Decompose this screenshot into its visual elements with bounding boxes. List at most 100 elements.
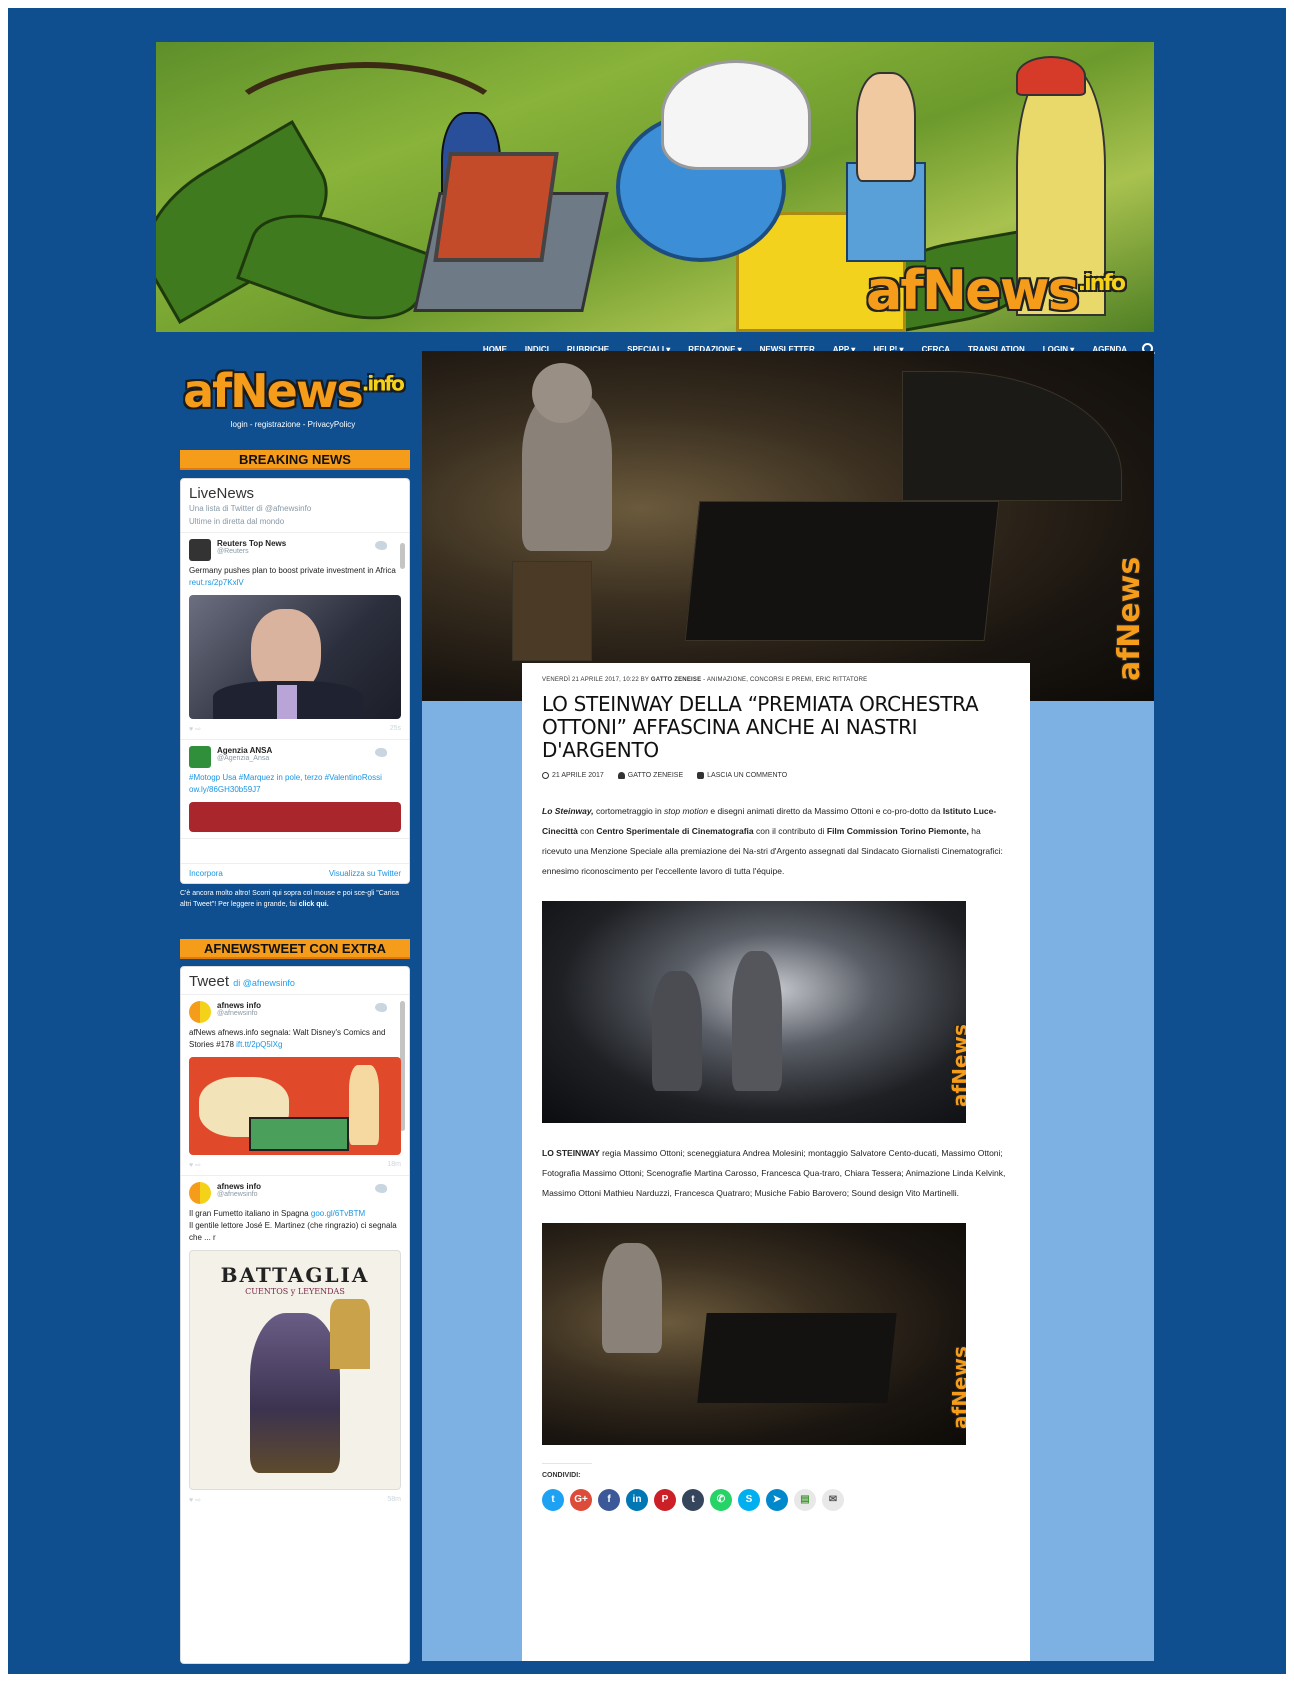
facebook-share-icon[interactable]: f — [598, 1489, 620, 1511]
view-on-twitter-link[interactable]: Visualizza su Twitter — [329, 869, 401, 878]
tweet-author[interactable]: afnews info @afnewsinfo — [189, 1001, 401, 1023]
body-org: Film Commission Torino Piemonte, — [826, 826, 969, 836]
afnews-avatar — [189, 1001, 211, 1023]
header-banner[interactable]: afNews.info — [156, 42, 1154, 332]
pinterest-share-icon[interactable]: P — [654, 1489, 676, 1511]
castle-illustration — [330, 1299, 370, 1369]
article-body: Lo Steinway, cortometraggio in stop moti… — [542, 801, 1010, 881]
email-share-icon[interactable]: ✉ — [822, 1489, 844, 1511]
tweet-photo[interactable]: BATTAGLIA CUENTOS y LEYENDAS — [189, 1250, 401, 1490]
body-text: cortometraggio in — [593, 806, 665, 816]
tweet-item[interactable]: Reuters Top News @Reuters Germany pushes… — [181, 533, 409, 740]
tweet-link[interactable]: goo.gl/6TvBTM — [311, 1209, 365, 1218]
piano-lid — [902, 371, 1122, 501]
tweet-actions: ♥ ⇨ 18m — [189, 1161, 401, 1169]
tweet-author-handle[interactable]: @afnewsinfo — [217, 1191, 261, 1198]
tweet-author[interactable]: afnews info @afnewsinfo — [189, 1182, 401, 1204]
sidebar-logo-mark: afNews.info — [178, 364, 408, 418]
post-author-text: GATTO ZENEISE — [627, 772, 684, 779]
tweet-text: #Motogp Usa #Marquez in pole, terzo #Val… — [189, 772, 401, 796]
share-label: CONDIVIDI: — [542, 1463, 592, 1479]
livenews-timeline[interactable]: LiveNews Una lista di Twitter di @afnews… — [180, 478, 410, 884]
tweet-time[interactable]: 58m — [387, 1496, 401, 1504]
twitter-share-icon[interactable]: t — [542, 1489, 564, 1511]
tweet-author-name[interactable]: afnews info — [217, 1001, 261, 1010]
afnews-tweet-timeline[interactable]: Tweet di @afnewsinfo afnews info @afnews… — [180, 966, 410, 1664]
heart-icon[interactable]: ♥ ⇨ — [189, 725, 201, 733]
tumblr-share-icon[interactable]: t — [682, 1489, 704, 1511]
article-image-trench[interactable]: afNews — [542, 901, 966, 1123]
book-title: BATTAGLIA — [220, 1263, 370, 1287]
twitter-bird-icon — [375, 1184, 387, 1193]
post-comment[interactable]: LASCIA UN COMMENTO — [697, 772, 787, 779]
timeline-header: Tweet di @afnewsinfo — [181, 967, 409, 995]
article-meta: VENERDÌ 21 APRILE 2017, 10:22 BY GATTO Z… — [542, 677, 1010, 683]
timeline-subtitle: Ultime in diretta dal mondo — [189, 517, 285, 526]
tweet-author[interactable]: Reuters Top News @Reuters — [189, 539, 401, 561]
book-subtitle: CUENTOS y LEYENDAS — [245, 1287, 345, 1296]
tweet-photo[interactable] — [189, 802, 401, 832]
linkedin-share-icon[interactable]: in — [626, 1489, 648, 1511]
whatsapp-share-icon[interactable]: ✆ — [710, 1489, 732, 1511]
timeline-author[interactable]: di @afnewsinfo — [233, 978, 295, 988]
heart-icon[interactable]: ♥ ⇨ — [189, 1496, 201, 1504]
post-author[interactable]: GATTO ZENEISE — [617, 772, 684, 779]
meta-categories[interactable]: - ANIMAZIONE, CONCORSI E PREMI, ERIC RIT… — [703, 677, 867, 683]
click-here-link[interactable]: click qui. — [299, 901, 329, 908]
timeline-subtitle[interactable]: Una lista di Twitter di @afnewsinfo — [189, 502, 401, 515]
tweet-body: afNews afnews.info segnala: Walt Disney'… — [189, 1028, 386, 1049]
tweet-item[interactable]: afnews info @afnewsinfo Il gran Fumetto … — [181, 1176, 409, 1510]
embed-link[interactable]: Incorpora — [189, 869, 223, 878]
page-background: afNews.info HOME INDICI RUBRICHE SPECIAL… — [8, 8, 1286, 1674]
tweet-item[interactable]: afnews info @afnewsinfo afNews afnews.in… — [181, 995, 409, 1176]
explorer-hat — [1016, 56, 1086, 96]
timeline-header: LiveNews Una lista di Twitter di @afnews… — [181, 479, 409, 533]
tweet-item[interactable]: Agenzia ANSA @Agenzia_Ansa #Motogp Usa #… — [181, 740, 409, 839]
jar-shape — [349, 1065, 379, 1145]
tweet-author-handle[interactable]: @Reuters — [217, 548, 286, 555]
tweet-link[interactable]: ow.ly/86GH30b59J7 — [189, 785, 261, 794]
tweet-text: Germany pushes plan to boost private inv… — [189, 565, 401, 589]
twitter-bird-icon — [375, 1003, 387, 1012]
heart-icon[interactable]: ♥ ⇨ — [189, 1161, 201, 1169]
reuters-avatar — [189, 539, 211, 561]
sidebar-note: C'è ancora molto altro! Scorri qui sopra… — [180, 888, 412, 910]
tweet-author-handle[interactable]: @afnewsinfo — [217, 1010, 261, 1017]
body-italic: stop motion — [664, 806, 708, 816]
tweet-time[interactable]: 25s — [390, 725, 401, 733]
crate-shape — [249, 1117, 349, 1151]
google-plus-share-icon[interactable]: G+ — [570, 1489, 592, 1511]
body-org: Centro Sperimentale di Cinematografia — [596, 826, 754, 836]
featured-image[interactable]: afNews — [422, 351, 1154, 701]
comment-icon — [697, 772, 705, 779]
tweet-link[interactable]: reut.rs/2p7KxlV — [189, 578, 244, 587]
banner-logo[interactable]: afNews.info — [866, 259, 1126, 322]
tweet-link[interactable]: ift.tt/2pQ5lXg — [236, 1040, 282, 1049]
breaking-news-title: BREAKING NEWS — [180, 450, 410, 470]
tweet-author-handle[interactable]: @Agenzia_Ansa — [217, 755, 272, 762]
tweet-author[interactable]: Agenzia ANSA @Agenzia_Ansa — [189, 746, 401, 768]
article-image-piano[interactable]: afNews — [542, 1223, 966, 1445]
post-date[interactable]: 21 APRILE 2017 — [542, 772, 604, 779]
tweet-author-name[interactable]: Reuters Top News — [217, 539, 286, 548]
tweet-time[interactable]: 18m — [387, 1161, 401, 1169]
meta-author[interactable]: GATTO ZENEISE — [651, 677, 701, 683]
soldier-figure — [652, 971, 702, 1091]
article-card: VENERDÌ 21 APRILE 2017, 10:22 BY GATTO Z… — [522, 663, 1030, 1661]
piano-shape — [697, 1313, 897, 1403]
tweet-photo[interactable] — [189, 1057, 401, 1155]
skype-share-icon[interactable]: S — [738, 1489, 760, 1511]
tweet-body: Il gran Fumetto italiano in Spagna — [189, 1209, 309, 1218]
body-text: con — [577, 826, 597, 836]
tweet-author-name[interactable]: Agenzia ANSA — [217, 746, 272, 755]
tweet-author-name[interactable]: afnews info — [217, 1182, 261, 1191]
clock-icon — [542, 772, 549, 779]
sidebar-logo[interactable]: afNews.info login - registrazione - Priv… — [178, 364, 408, 444]
tweet-photo[interactable] — [189, 595, 401, 719]
sidebar-login-links[interactable]: login - registrazione - PrivacyPolicy — [178, 420, 408, 429]
tweet-body: #Motogp Usa #Marquez in pole, terzo #Val… — [189, 773, 382, 782]
stool-shape — [512, 561, 592, 661]
print-share-icon[interactable]: ▤ — [794, 1489, 816, 1511]
telegram-share-icon[interactable]: ➤ — [766, 1489, 788, 1511]
tweet-actions: ♥ ⇨ 25s — [189, 725, 401, 733]
